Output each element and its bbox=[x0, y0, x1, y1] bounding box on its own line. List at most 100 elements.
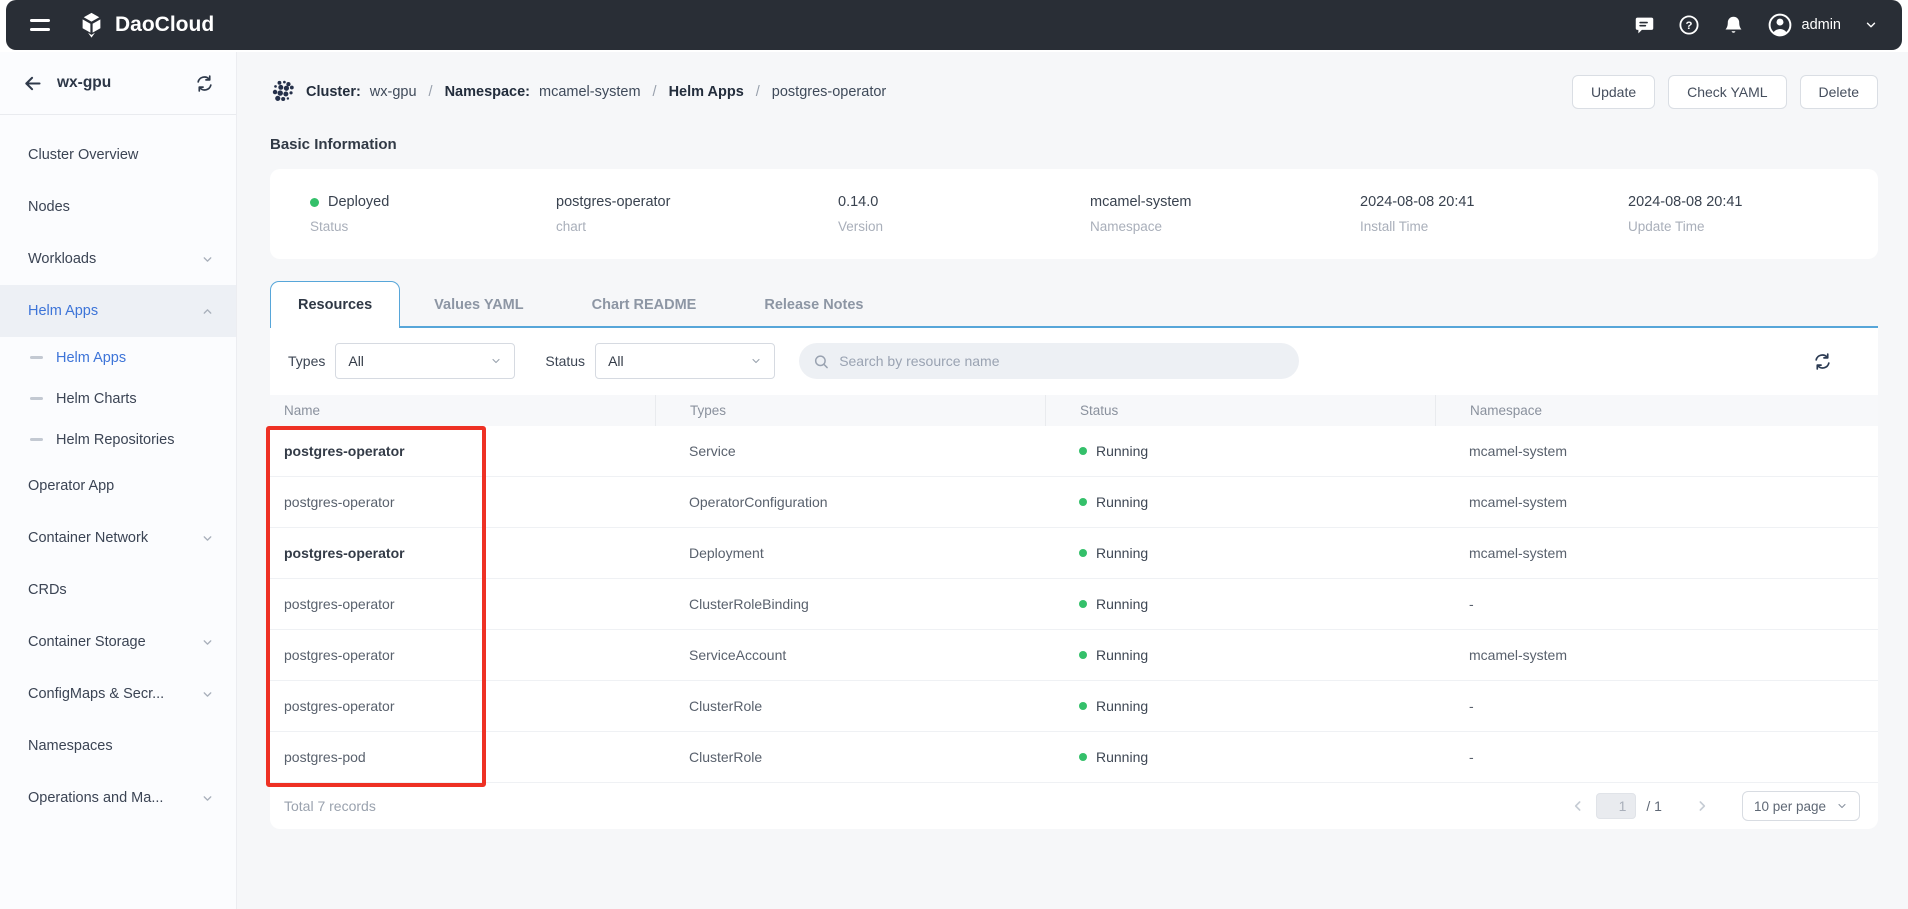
update-button[interactable]: Update bbox=[1572, 75, 1655, 109]
table-row[interactable]: postgres-operator OperatorConfiguration … bbox=[270, 477, 1878, 528]
info-field-chart: postgres-operator chart bbox=[556, 194, 838, 234]
sidebar-item-namespaces[interactable]: Namespaces bbox=[0, 720, 236, 772]
sidebar-subitem-helm-apps[interactable]: Helm Apps bbox=[0, 337, 236, 378]
cell-namespace: - bbox=[1435, 749, 1878, 765]
breadcrumb-namespace-value[interactable]: mcamel-system bbox=[539, 84, 641, 100]
status-select[interactable]: All bbox=[595, 343, 775, 379]
table-row[interactable]: postgres-operator ServiceAccount Running… bbox=[270, 630, 1878, 681]
cell-type: OperatorConfiguration bbox=[655, 494, 1045, 510]
table-row[interactable]: postgres-operator ClusterRoleBinding Run… bbox=[270, 579, 1878, 630]
sidebar-item-helm-apps[interactable]: Helm Apps bbox=[0, 285, 236, 337]
sidebar-item-container-network[interactable]: Container Network bbox=[0, 512, 236, 564]
back-arrow-icon[interactable] bbox=[22, 73, 43, 94]
page-input[interactable] bbox=[1596, 793, 1636, 819]
app-root: DaoCloud ? admin bbox=[0, 0, 1908, 909]
daocloud-logo-icon bbox=[78, 12, 105, 39]
user-menu[interactable]: admin bbox=[1767, 12, 1842, 38]
table-row[interactable]: postgres-operator Service Running mcamel… bbox=[270, 426, 1878, 477]
col-namespace: Namespace bbox=[1435, 395, 1878, 426]
cell-type: ServiceAccount bbox=[655, 647, 1045, 663]
sidebar-item-crds[interactable]: CRDs bbox=[0, 564, 236, 616]
chevron-down-icon bbox=[490, 355, 502, 367]
cell-status: Running bbox=[1045, 596, 1435, 612]
cell-status: Running bbox=[1045, 698, 1435, 714]
status-dot bbox=[1079, 549, 1087, 557]
breadcrumb-namespace-label: Namespace: bbox=[445, 84, 530, 100]
chevron-down-icon bbox=[201, 792, 214, 805]
breadcrumb-current: postgres-operator bbox=[772, 84, 886, 100]
status-dot bbox=[1079, 600, 1087, 608]
cell-status: Running bbox=[1045, 443, 1435, 459]
next-page-button[interactable] bbox=[1694, 798, 1710, 814]
tabs: Resources Values YAML Chart README Relea… bbox=[270, 281, 1878, 328]
breadcrumb-cluster-label: Cluster: bbox=[306, 84, 361, 100]
cell-type: Service bbox=[655, 443, 1045, 459]
chat-icon[interactable] bbox=[1634, 15, 1655, 36]
username: admin bbox=[1802, 17, 1842, 33]
check-yaml-button[interactable]: Check YAML bbox=[1668, 75, 1786, 109]
layout: wx-gpu Cluster Overview Nodes Workloads bbox=[0, 52, 1908, 909]
info-field-install-time: 2024-08-08 20:41 Install Time bbox=[1360, 194, 1628, 234]
chevron-down-icon bbox=[201, 688, 214, 701]
search-icon bbox=[813, 353, 829, 370]
cell-type: ClusterRole bbox=[655, 698, 1045, 714]
chevron-down-icon bbox=[750, 355, 762, 367]
tab-chart-readme[interactable]: Chart README bbox=[558, 281, 731, 328]
page-actions: Update Check YAML Delete bbox=[1572, 75, 1878, 109]
sidebar-item-container-storage[interactable]: Container Storage bbox=[0, 616, 236, 668]
cell-type: ClusterRoleBinding bbox=[655, 596, 1045, 612]
status-label: Status bbox=[545, 353, 585, 369]
brand[interactable]: DaoCloud bbox=[78, 12, 214, 39]
sidebar-subitem-helm-charts[interactable]: Helm Charts bbox=[0, 378, 236, 419]
search-input[interactable] bbox=[837, 352, 1285, 370]
sidebar-subitem-helm-repositories[interactable]: Helm Repositories bbox=[0, 419, 236, 460]
status-dot bbox=[1079, 753, 1087, 761]
sidebar-item-nodes[interactable]: Nodes bbox=[0, 181, 236, 233]
info-field-status: Deployed Status bbox=[310, 194, 556, 234]
breadcrumb-section[interactable]: Helm Apps bbox=[669, 84, 744, 100]
sidebar: wx-gpu Cluster Overview Nodes Workloads bbox=[0, 52, 237, 909]
tab-resources[interactable]: Resources bbox=[270, 281, 400, 328]
breadcrumb-cluster-value[interactable]: wx-gpu bbox=[370, 84, 417, 100]
avatar-icon bbox=[1767, 12, 1793, 38]
sidebar-item-operations[interactable]: Operations and Ma... bbox=[0, 772, 236, 824]
chevron-down-icon bbox=[201, 532, 214, 545]
resource-table: Name Types Status Namespace postgres-ope… bbox=[270, 395, 1878, 783]
tab-values-yaml[interactable]: Values YAML bbox=[400, 281, 557, 328]
status-dot bbox=[1079, 651, 1087, 659]
sidebar-item-operator-app[interactable]: Operator App bbox=[0, 460, 236, 512]
types-label: Types bbox=[288, 353, 325, 369]
sidebar-item-configmaps-secrets[interactable]: ConfigMaps & Secr... bbox=[0, 668, 236, 720]
sidebar-item-cluster-overview[interactable]: Cluster Overview bbox=[0, 129, 236, 181]
cell-status: Running bbox=[1045, 494, 1435, 510]
sidebar-item-workloads[interactable]: Workloads bbox=[0, 233, 236, 285]
help-icon[interactable]: ? bbox=[1678, 14, 1700, 36]
per-page-select[interactable]: 10 per page bbox=[1742, 791, 1860, 821]
switch-cluster-icon[interactable] bbox=[195, 74, 214, 93]
table-row[interactable]: postgres-operator Deployment Running mca… bbox=[270, 528, 1878, 579]
types-select[interactable]: All bbox=[335, 343, 515, 379]
menu-icon[interactable] bbox=[30, 19, 50, 30]
table-header: Name Types Status Namespace bbox=[270, 395, 1878, 426]
basic-info-title: Basic Information bbox=[270, 136, 1878, 153]
user-chevron-down-icon[interactable] bbox=[1864, 18, 1878, 32]
delete-button[interactable]: Delete bbox=[1800, 75, 1878, 109]
prev-page-button[interactable] bbox=[1570, 798, 1586, 814]
table-row[interactable]: postgres-operator ClusterRole Running - bbox=[270, 681, 1878, 732]
status-dot bbox=[1079, 498, 1087, 506]
refresh-icon[interactable] bbox=[1807, 351, 1838, 372]
cell-name: postgres-operator bbox=[270, 698, 655, 714]
col-types: Types bbox=[655, 395, 1045, 426]
bell-icon[interactable] bbox=[1723, 15, 1744, 36]
total-records: Total 7 records bbox=[284, 798, 376, 814]
sidebar-header: wx-gpu bbox=[0, 52, 236, 114]
cell-name: postgres-operator bbox=[270, 647, 655, 663]
pagination: / 1 10 per page bbox=[1570, 791, 1860, 821]
cell-name: postgres-operator bbox=[270, 443, 655, 459]
tab-release-notes[interactable]: Release Notes bbox=[730, 281, 897, 328]
table-row[interactable]: postgres-pod ClusterRole Running - bbox=[270, 732, 1878, 783]
cell-name: postgres-operator bbox=[270, 545, 655, 561]
chevron-down-icon bbox=[201, 636, 214, 649]
navbar-left: DaoCloud bbox=[30, 12, 214, 39]
status-dot bbox=[1079, 702, 1087, 710]
